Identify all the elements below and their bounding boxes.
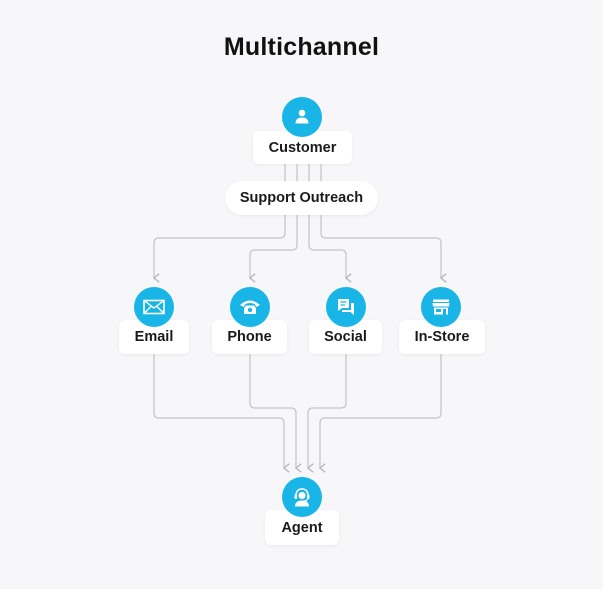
phone-label: Phone [227, 329, 272, 345]
edge-social-agent [308, 354, 347, 468]
support-outreach-node[interactable]: Support Outreach [225, 181, 378, 215]
envelope-icon [134, 287, 174, 327]
social-label: Social [324, 329, 367, 345]
email-label: Email [134, 329, 174, 345]
support-outreach-label: Support Outreach [239, 190, 364, 206]
chat-bubbles-icon [326, 287, 366, 327]
agent-label: Agent [281, 519, 323, 536]
edge-email-agent [153, 354, 284, 468]
edge-outreach-phone [250, 215, 298, 278]
instore-label: In-Store [414, 329, 470, 345]
edge-outreach-social [308, 215, 346, 278]
customer-label: Customer [268, 139, 337, 156]
edge-instore-agent [320, 354, 442, 468]
telephone-icon [230, 287, 270, 327]
headset-agent-icon [282, 477, 322, 517]
edge-phone-agent [249, 354, 296, 468]
storefront-icon [421, 287, 461, 327]
edge-outreach-instore [320, 215, 441, 278]
edge-outreach-email [154, 215, 286, 278]
person-icon [282, 97, 322, 137]
